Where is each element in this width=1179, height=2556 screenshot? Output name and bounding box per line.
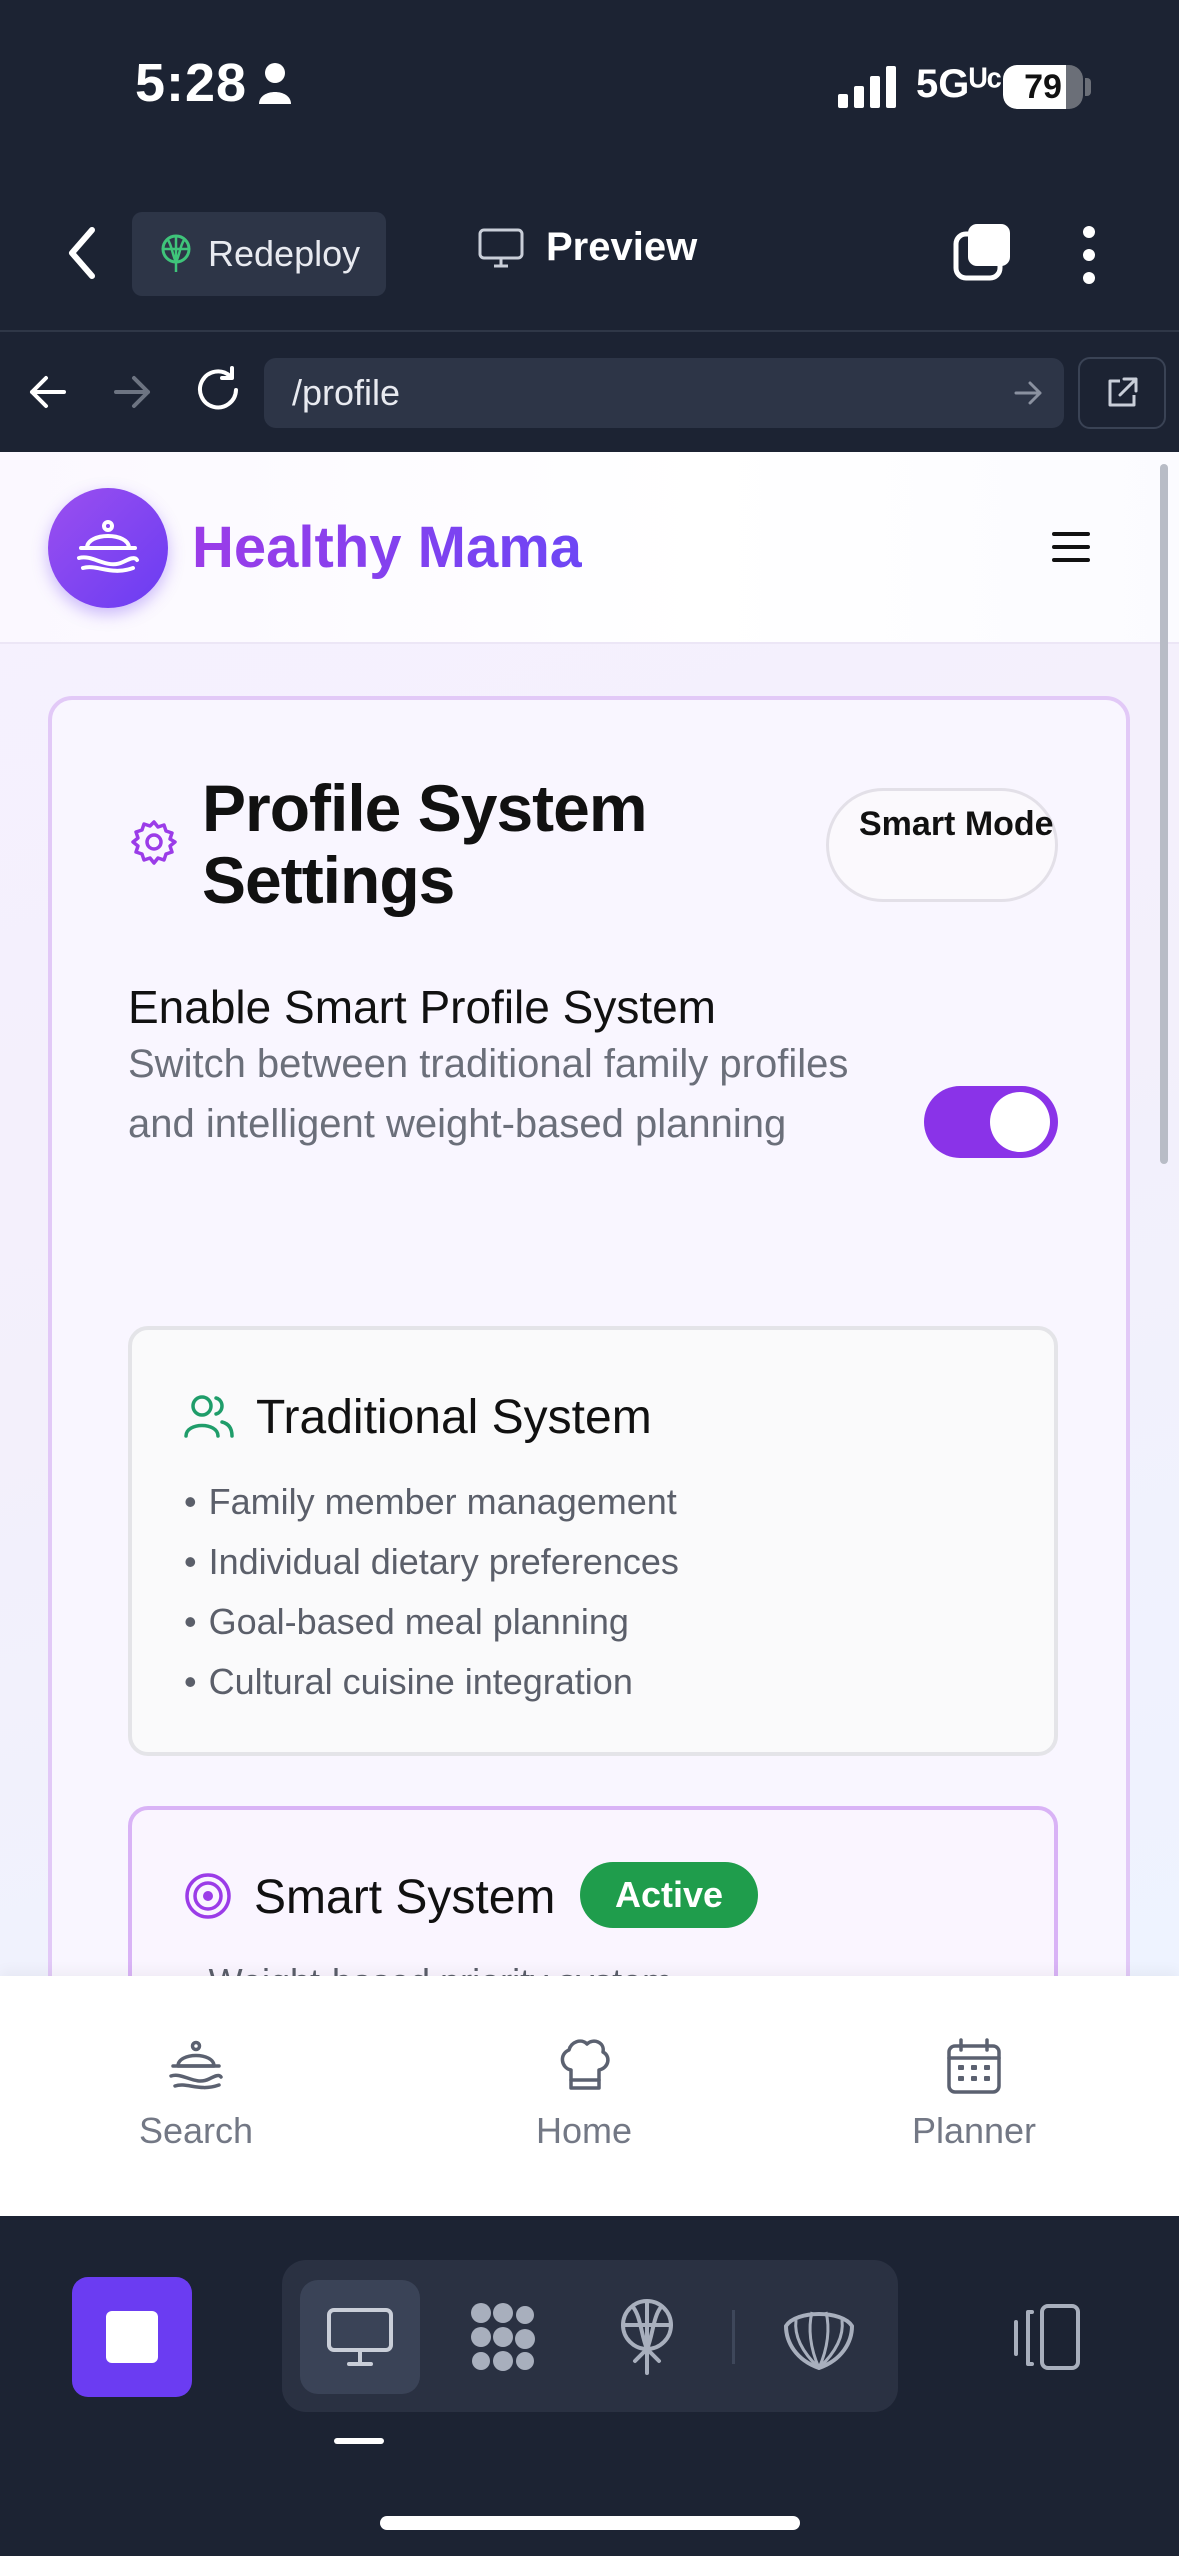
active-status-badge: Active: [580, 1862, 758, 1928]
list-item: • Weight-based priority system: [184, 1952, 672, 1976]
open-external-button[interactable]: [1078, 357, 1166, 429]
network-label: 5Gᵁᶜ: [916, 62, 1002, 106]
bottom-nav: Search Home Planner: [0, 1976, 1179, 2216]
go-arrow-icon[interactable]: [1010, 375, 1046, 411]
calendar-icon: [947, 2038, 1001, 2094]
shell-mode-button[interactable]: [774, 2292, 864, 2382]
deploy-tree-icon: [621, 2299, 673, 2375]
toggle-description: Switch between traditional family profil…: [128, 1042, 849, 1146]
toggle-heading: Enable Smart Profile System: [128, 981, 717, 1033]
profile-settings-card: Profile System Settings Smart Mode Enabl…: [48, 696, 1130, 1976]
back-chevron-icon[interactable]: [62, 222, 102, 284]
nav-item-home[interactable]: Home: [464, 2036, 704, 2152]
smart-system-title: Smart System: [254, 1871, 556, 1924]
traditional-feature-list: • Family member management • Individual di…: [184, 1472, 679, 1712]
shell-icon: [784, 2311, 854, 2370]
traditional-system-card[interactable]: Traditional System • Family member manage…: [128, 1326, 1058, 1756]
stop-button[interactable]: [72, 2277, 192, 2397]
deploy-tree-icon: [161, 234, 191, 272]
site-name[interactable]: Healthy Mama: [192, 514, 582, 581]
bullet: •: [184, 1541, 197, 1582]
feature-label: Cultural cuisine integration: [208, 1661, 633, 1702]
preview-tab[interactable]: Preview: [478, 225, 697, 270]
battery-icon: 79: [1003, 65, 1083, 109]
users-icon: [184, 1395, 234, 1438]
list-item: • Individual dietary preferences: [184, 1532, 679, 1592]
nav-label: Search: [138, 2110, 254, 2151]
bullet: •: [184, 1661, 197, 1702]
bowl-logo-icon: [77, 520, 139, 573]
person-icon: [259, 63, 291, 104]
active-mode-indicator: [334, 2438, 384, 2444]
desktop-mode-button[interactable]: [300, 2280, 420, 2394]
traditional-system-title: Traditional System: [256, 1391, 652, 1444]
target-icon: [185, 1873, 231, 1919]
deploy-mode-button[interactable]: [602, 2292, 692, 2382]
bowl-icon: [169, 2040, 223, 2090]
bullet: •: [184, 1601, 197, 1642]
scrollbar-thumb[interactable]: [1160, 464, 1168, 1164]
nav-item-search[interactable]: Search: [76, 2036, 316, 2152]
monitor-icon: [478, 228, 524, 267]
arrow-left-icon[interactable]: [24, 368, 72, 416]
web-content: Healthy Mama Profile System Settings Sma…: [0, 452, 1179, 1976]
battery-label: 79: [1024, 68, 1062, 106]
battery-nub: [1085, 78, 1091, 96]
nav-item-planner[interactable]: Planner: [854, 2036, 1094, 2152]
list-item: • Cultural cuisine integration: [184, 1652, 679, 1712]
list-item: • Goal-based meal planning: [184, 1592, 679, 1652]
tabs-icon[interactable]: [952, 222, 1012, 284]
smart-mode-badge: Smart Mode: [826, 788, 1058, 902]
smart-system-card[interactable]: Smart System Active • Weight-based priori…: [128, 1806, 1058, 1976]
bullet: •: [184, 1481, 197, 1522]
toggle-knob: [990, 1092, 1050, 1152]
home-indicator[interactable]: [380, 2516, 800, 2530]
more-vertical-icon[interactable]: [1080, 224, 1098, 286]
signal-icon: [838, 66, 896, 108]
feature-label: Goal-based meal planning: [208, 1601, 629, 1642]
split-layout-icon[interactable]: [1006, 2300, 1086, 2376]
nav-label: Planner: [911, 2110, 1037, 2151]
hamburger-menu-icon[interactable]: [1052, 530, 1090, 564]
bullet: •: [184, 1961, 197, 1976]
stop-icon: [106, 2311, 158, 2363]
status-time: 5:28: [135, 53, 248, 113]
redeploy-button[interactable]: Redeploy: [132, 212, 386, 296]
dots-cluster-icon: [471, 2303, 535, 2371]
nav-label: Home: [535, 2110, 633, 2151]
arrow-right-icon[interactable]: [108, 368, 156, 416]
card-title: Profile System Settings: [202, 771, 648, 917]
monitor-icon: [327, 2308, 393, 2366]
external-link-icon: [1108, 377, 1138, 407]
url-input[interactable]: /profile: [264, 358, 1064, 428]
reload-icon[interactable]: [192, 364, 244, 416]
feature-label: Family member management: [208, 1481, 677, 1522]
smart-feature-list: • Weight-based priority system: [184, 1952, 672, 1976]
preview-label: Preview: [546, 225, 698, 269]
site-header: Healthy Mama: [0, 452, 1179, 644]
site-logo[interactable]: [48, 488, 168, 608]
feature-label: Individual dietary preferences: [208, 1541, 679, 1582]
mode-divider: [732, 2310, 735, 2364]
console-mode-button[interactable]: [458, 2292, 548, 2382]
smart-profile-toggle[interactable]: [924, 1086, 1058, 1158]
gear-icon: [131, 820, 177, 865]
feature-label: Weight-based priority system: [209, 1961, 673, 1976]
list-item: • Family member management: [184, 1472, 679, 1532]
chef-hat-icon: [560, 2039, 610, 2090]
redeploy-label: Redeploy: [208, 233, 361, 274]
